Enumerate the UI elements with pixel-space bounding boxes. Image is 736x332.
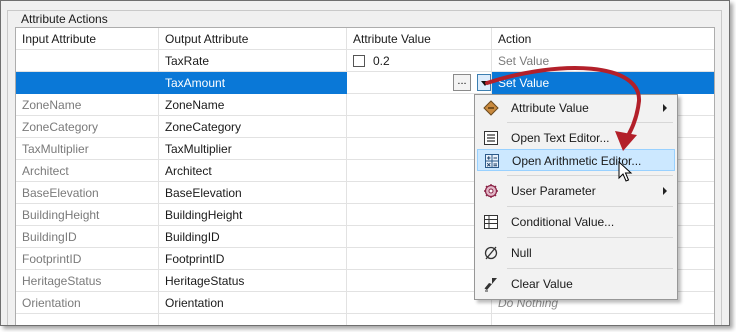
output-attribute-cell[interactable]: HeritageStatus bbox=[159, 270, 347, 292]
output-attribute-cell[interactable]: FootprintID bbox=[159, 248, 347, 270]
menu-item-attribute-value[interactable]: Attribute Value bbox=[477, 97, 675, 119]
input-attribute-cell[interactable] bbox=[16, 314, 159, 325]
value-dropdown-button[interactable] bbox=[477, 74, 491, 91]
column-header-input-attribute[interactable]: Input Attribute bbox=[16, 28, 159, 50]
arithmetic-editor-icon bbox=[485, 154, 499, 168]
input-attribute-cell[interactable]: Architect bbox=[16, 160, 159, 182]
table-header-row: Input Attribute Output Attribute Attribu… bbox=[16, 28, 714, 50]
input-attribute-cell[interactable]: BaseElevation bbox=[16, 182, 159, 204]
group-title: Attribute Actions bbox=[18, 12, 111, 26]
menu-separator bbox=[507, 122, 673, 123]
menu-item-open-arithmetic-editor[interactable]: Open Arithmetic Editor... bbox=[477, 149, 675, 171]
input-attribute-cell[interactable]: HeritageStatus bbox=[16, 270, 159, 292]
attribute-value-cell[interactable] bbox=[347, 182, 492, 204]
output-attribute-cell[interactable]: Orientation bbox=[159, 292, 347, 314]
output-attribute-cell[interactable]: ZoneCategory bbox=[159, 116, 347, 138]
menu-separator bbox=[507, 268, 673, 269]
attribute-value-text: 0.2 bbox=[373, 54, 390, 68]
input-attribute-cell[interactable]: BuildingHeight bbox=[16, 204, 159, 226]
output-attribute-cell[interactable] bbox=[159, 314, 347, 325]
output-attribute-cell[interactable]: TaxRate bbox=[159, 50, 347, 72]
attribute-value-cell[interactable] bbox=[347, 204, 492, 226]
attribute-value-cell[interactable] bbox=[347, 94, 492, 116]
input-attribute-cell[interactable]: BuildingID bbox=[16, 226, 159, 248]
output-attribute-cell[interactable]: TaxMultiplier bbox=[159, 138, 347, 160]
attribute-value-cell[interactable] bbox=[347, 160, 492, 182]
menu-separator bbox=[507, 175, 673, 176]
menu-item-label: Null bbox=[511, 246, 532, 260]
input-attribute-cell[interactable]: ZoneCategory bbox=[16, 116, 159, 138]
null-icon bbox=[484, 246, 498, 260]
conditional-value-icon bbox=[484, 215, 498, 229]
input-attribute-cell[interactable]: ZoneName bbox=[16, 94, 159, 116]
attribute-value-cell[interactable] bbox=[347, 116, 492, 138]
input-attribute-cell[interactable]: Orientation bbox=[16, 292, 159, 314]
menu-item-label: Clear Value bbox=[511, 277, 573, 291]
column-header-output-attribute[interactable]: Output Attribute bbox=[159, 28, 347, 50]
ellipsis-button[interactable]: ... bbox=[453, 74, 471, 91]
attribute-value-cell[interactable] bbox=[347, 270, 492, 292]
table-row[interactable]: TaxRate 0.2 Set Value bbox=[16, 50, 714, 72]
output-attribute-cell[interactable]: Architect bbox=[159, 160, 347, 182]
action-cell[interactable] bbox=[492, 314, 714, 325]
user-parameter-icon bbox=[484, 184, 498, 198]
column-header-action[interactable]: Action bbox=[492, 28, 714, 50]
input-attribute-cell[interactable]: FootprintID bbox=[16, 248, 159, 270]
input-attribute-cell[interactable] bbox=[16, 72, 159, 94]
attribute-value-cell[interactable] bbox=[347, 292, 492, 314]
window-frame: Attribute Actions Input Attribute Output… bbox=[0, 0, 730, 326]
value-checkbox[interactable] bbox=[353, 55, 365, 67]
submenu-arrow-icon bbox=[663, 104, 667, 112]
menu-separator bbox=[507, 237, 673, 238]
attribute-value-cell[interactable] bbox=[347, 226, 492, 248]
action-cell[interactable]: Set Value bbox=[492, 72, 714, 94]
attribute-value-cell[interactable] bbox=[347, 138, 492, 160]
attribute-value-icon bbox=[483, 100, 499, 116]
menu-item-label: Attribute Value bbox=[511, 101, 589, 115]
output-attribute-cell[interactable]: BuildingID bbox=[159, 226, 347, 248]
menu-item-conditional-value[interactable]: Conditional Value... bbox=[477, 211, 675, 233]
table-row[interactable] bbox=[16, 314, 714, 325]
menu-separator bbox=[507, 206, 673, 207]
output-attribute-cell[interactable]: ZoneName bbox=[159, 94, 347, 116]
attribute-value-cell[interactable]: 0.2 bbox=[347, 50, 492, 72]
menu-item-label: Conditional Value... bbox=[511, 215, 615, 229]
output-attribute-cell[interactable]: BuildingHeight bbox=[159, 204, 347, 226]
input-attribute-cell[interactable] bbox=[16, 50, 159, 72]
mouse-cursor-icon bbox=[618, 161, 633, 182]
menu-item-user-parameter[interactable]: User Parameter bbox=[477, 180, 675, 202]
attribute-value-cell[interactable] bbox=[347, 248, 492, 270]
output-attribute-cell[interactable]: BaseElevation bbox=[159, 182, 347, 204]
menu-item-open-text-editor[interactable]: Open Text Editor... bbox=[477, 127, 675, 149]
column-header-attribute-value[interactable]: Attribute Value bbox=[347, 28, 492, 50]
menu-item-clear-value[interactable]: Clear Value bbox=[477, 273, 675, 295]
output-attribute-cell[interactable]: TaxAmount bbox=[159, 72, 347, 94]
clear-value-icon bbox=[484, 278, 497, 292]
menu-item-null[interactable]: Null bbox=[477, 242, 675, 264]
attribute-value-cell[interactable] bbox=[347, 314, 492, 325]
input-attribute-cell[interactable]: TaxMultiplier bbox=[16, 138, 159, 160]
submenu-arrow-icon bbox=[663, 187, 667, 195]
menu-item-label: User Parameter bbox=[511, 184, 596, 198]
action-cell[interactable]: Set Value bbox=[492, 50, 714, 72]
text-editor-icon bbox=[484, 131, 498, 145]
table-row-selected[interactable]: TaxAmount Set Value bbox=[16, 72, 714, 94]
menu-item-label: Open Text Editor... bbox=[511, 131, 610, 145]
value-context-menu: Attribute Value Open Text Editor... Open… bbox=[474, 94, 678, 300]
